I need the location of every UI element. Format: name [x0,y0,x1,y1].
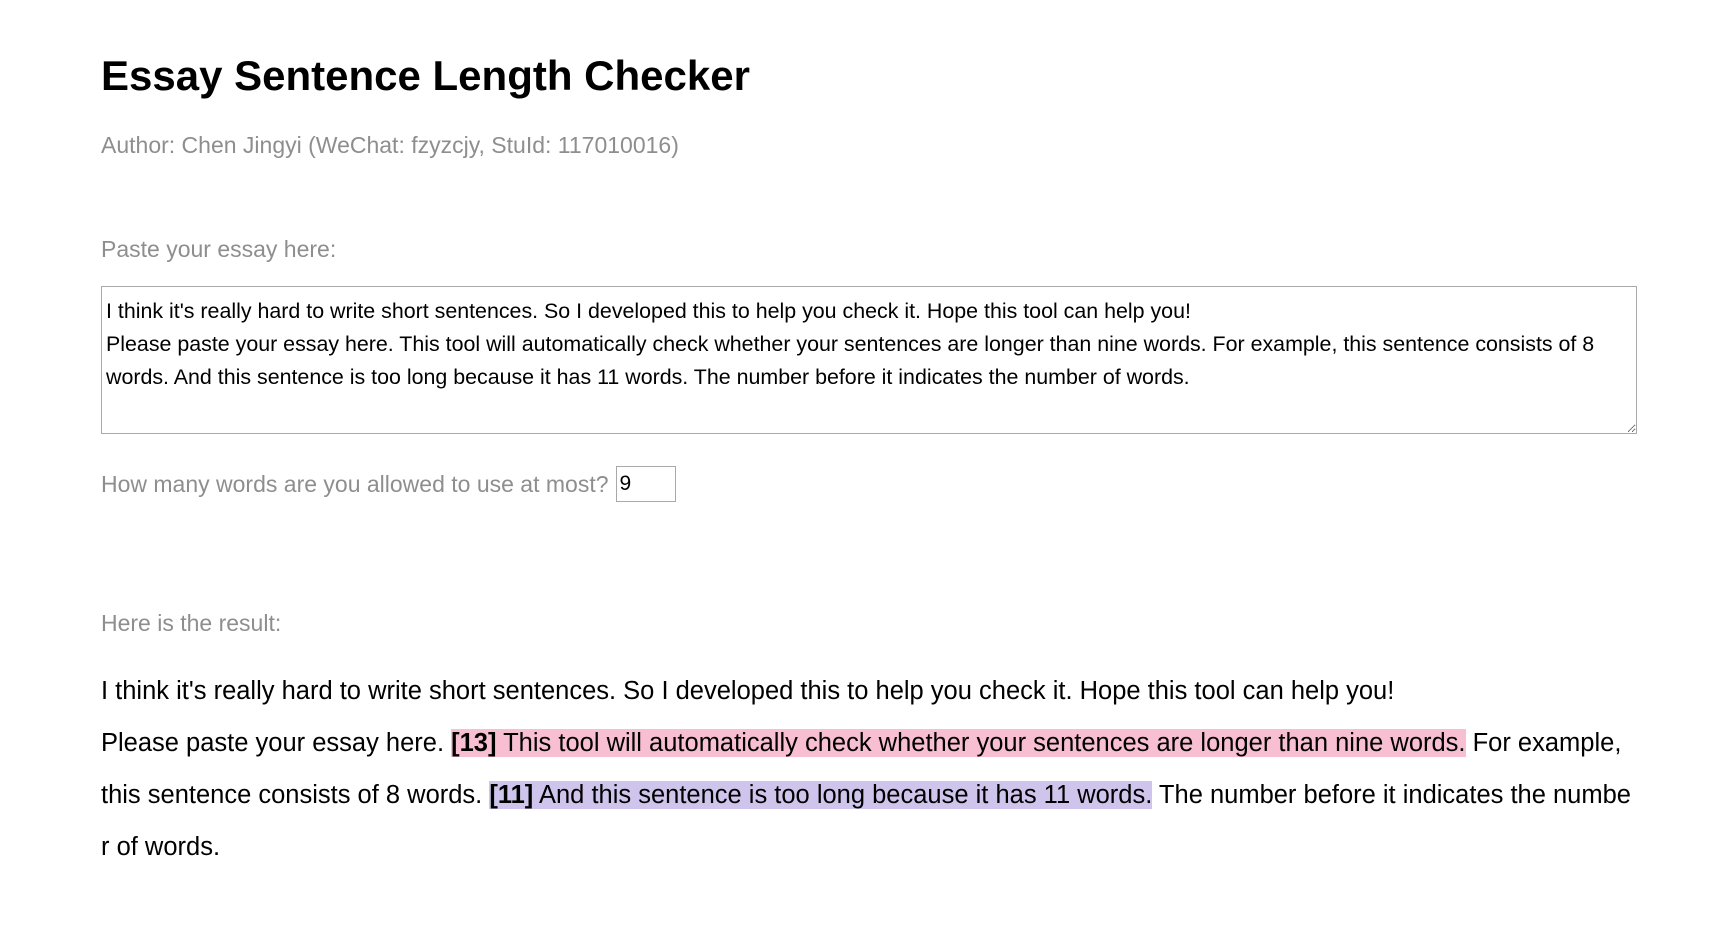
result-paragraph-2: Please paste your essay here. [13] This … [101,717,1631,873]
author-info: Author: Chen Jingyi (WeChat: fzyzcjy, St… [101,132,679,158]
long-sentence-highlight: [13] This tool will automatically check … [451,729,1466,757]
long-sentence-text: And this sentence is too long because it… [533,781,1153,809]
page-title: Essay Sentence Length Checker [101,52,750,99]
essay-textarea[interactable]: I think it's really hard to write short … [101,286,1637,434]
long-sentence-text: This tool will automatically check wheth… [496,729,1466,757]
essay-label: Paste your essay here: [101,236,337,262]
word-limit-label: How many words are you allowed to use at… [101,471,609,497]
page: Essay Sentence Length Checker Author: Ch… [0,0,1730,938]
result-text-segment: Please paste your essay here. [101,729,452,757]
result-output: I think it's really hard to write short … [101,665,1631,873]
word-limit-row: How many words are you allowed to use at… [101,465,676,503]
long-sentence-highlight: [11] And this sentence is too long becau… [489,781,1153,809]
result-label: Here is the result: [101,610,282,636]
word-count-badge: [11] [489,781,534,809]
result-line-1: I think it's really hard to write short … [101,677,1395,705]
word-limit-input[interactable] [615,466,676,502]
word-count-badge: [13] [451,729,497,757]
